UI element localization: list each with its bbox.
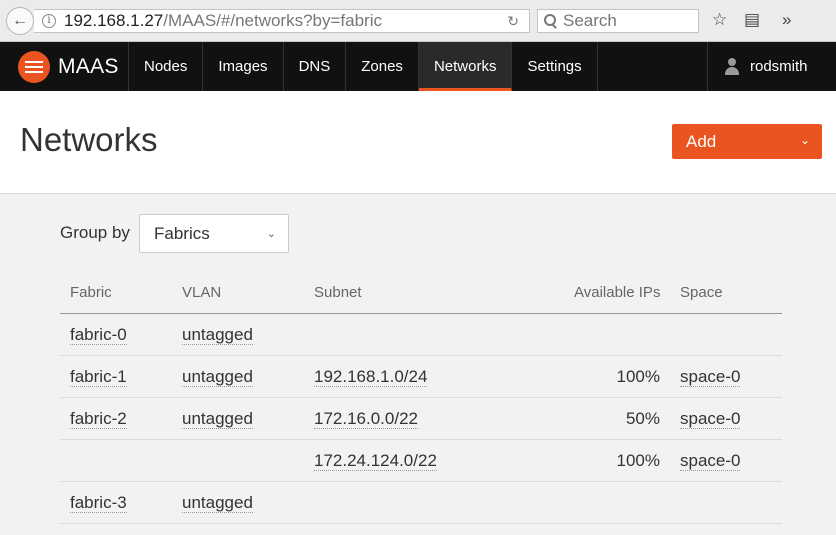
user-menu[interactable]: rodsmith — [707, 42, 836, 91]
brand-name: MAAS — [58, 54, 119, 78]
url-text[interactable]: 192.168.1.27/MAAS/#/networks?by=fabric — [64, 11, 382, 31]
group-by-label: Group by — [60, 223, 130, 242]
nav-item-nodes[interactable]: Nodes — [129, 42, 204, 91]
subnet-link[interactable]: 192.168.1.0/24 — [314, 367, 428, 387]
group-by-select[interactable]: Fabrics ⌄ — [139, 214, 289, 253]
table-row: fabric-1 untagged 192.168.1.0/24 100% sp… — [60, 356, 782, 398]
space-link[interactable]: space-0 — [680, 409, 741, 429]
vlan-link[interactable]: untagged — [182, 409, 253, 429]
user-icon — [724, 57, 740, 76]
page-title: Networks — [20, 121, 158, 158]
available-ips-value: 100% — [616, 451, 660, 470]
fabric-link[interactable]: fabric-3 — [70, 493, 127, 513]
brand[interactable]: MAAS — [0, 42, 129, 91]
url-bar[interactable]: i 192.168.1.27/MAAS/#/networks?by=fabric… — [34, 9, 530, 33]
nav-item-networks[interactable]: Networks — [418, 42, 513, 91]
networks-table: Fabric VLAN Subnet Available IPs Space f… — [60, 272, 782, 524]
search-placeholder: Search — [563, 11, 617, 30]
info-icon[interactable]: i — [42, 14, 56, 28]
subnet-link[interactable]: 172.16.0.0/22 — [314, 409, 418, 429]
available-ips-value: 50% — [625, 409, 660, 428]
available-ips-value: 100% — [616, 367, 660, 386]
fabric-link[interactable]: fabric-1 — [70, 367, 127, 387]
vlan-link[interactable]: untagged — [182, 367, 253, 387]
browser-toolbar: ← i 192.168.1.27/MAAS/#/networks?by=fabr… — [0, 0, 836, 42]
column-header-space[interactable]: Space — [680, 284, 723, 301]
chevron-down-icon: ⌄ — [266, 228, 276, 240]
fabric-link[interactable]: fabric-2 — [70, 409, 127, 429]
column-header-available-ips[interactable]: Available IPs — [574, 284, 660, 301]
vlan-link[interactable]: untagged — [182, 493, 253, 513]
table-header: Fabric VLAN Subnet Available IPs Space — [60, 272, 782, 314]
back-arrow-icon[interactable]: ← — [6, 7, 34, 35]
add-button[interactable]: Add ⌄ — [672, 124, 822, 159]
fabric-link[interactable]: fabric-0 — [70, 325, 127, 345]
space-link[interactable]: space-0 — [680, 367, 741, 387]
nav-item-zones[interactable]: Zones — [346, 42, 419, 91]
nav-item-images[interactable]: Images — [203, 42, 284, 91]
url-path: /MAAS/#/networks?by=fabric — [163, 11, 382, 30]
column-header-vlan[interactable]: VLAN — [182, 284, 221, 301]
subnet-link[interactable]: 172.24.124.0/22 — [314, 451, 437, 471]
reload-icon[interactable]: ↻ — [507, 13, 519, 30]
url-host: 192.168.1.27 — [64, 11, 164, 30]
table-row: fabric-3 untagged — [60, 482, 782, 524]
nav-item-settings[interactable]: Settings — [512, 42, 598, 91]
page-header: Networks Add ⌄ — [0, 91, 836, 194]
column-header-fabric[interactable]: Fabric — [70, 284, 112, 301]
table-row: 172.24.124.0/22 100% space-0 — [60, 440, 782, 482]
nav-item-dns[interactable]: DNS — [284, 42, 347, 91]
table-row: fabric-0 untagged — [60, 314, 782, 356]
bookmark-star-icon[interactable]: ☆ — [712, 10, 727, 30]
search-input[interactable]: Search — [537, 9, 699, 33]
space-link[interactable]: space-0 — [680, 451, 741, 471]
main-navigation: MAAS Nodes Images DNS Zones Networks Set… — [0, 42, 836, 91]
group-by-value: Fabrics — [154, 223, 210, 243]
user-name: rodsmith — [750, 58, 808, 75]
chevron-down-icon: ⌄ — [799, 133, 810, 147]
search-icon — [544, 14, 558, 28]
table-row: fabric-2 untagged 172.16.0.0/22 50% spac… — [60, 398, 782, 440]
column-header-subnet[interactable]: Subnet — [314, 284, 362, 301]
add-button-label: Add — [686, 131, 717, 151]
reading-list-icon[interactable]: ▤ — [744, 10, 760, 30]
overflow-chevron-icon[interactable]: » — [782, 10, 791, 30]
maas-logo-icon — [18, 50, 50, 83]
vlan-link[interactable]: untagged — [182, 325, 253, 345]
